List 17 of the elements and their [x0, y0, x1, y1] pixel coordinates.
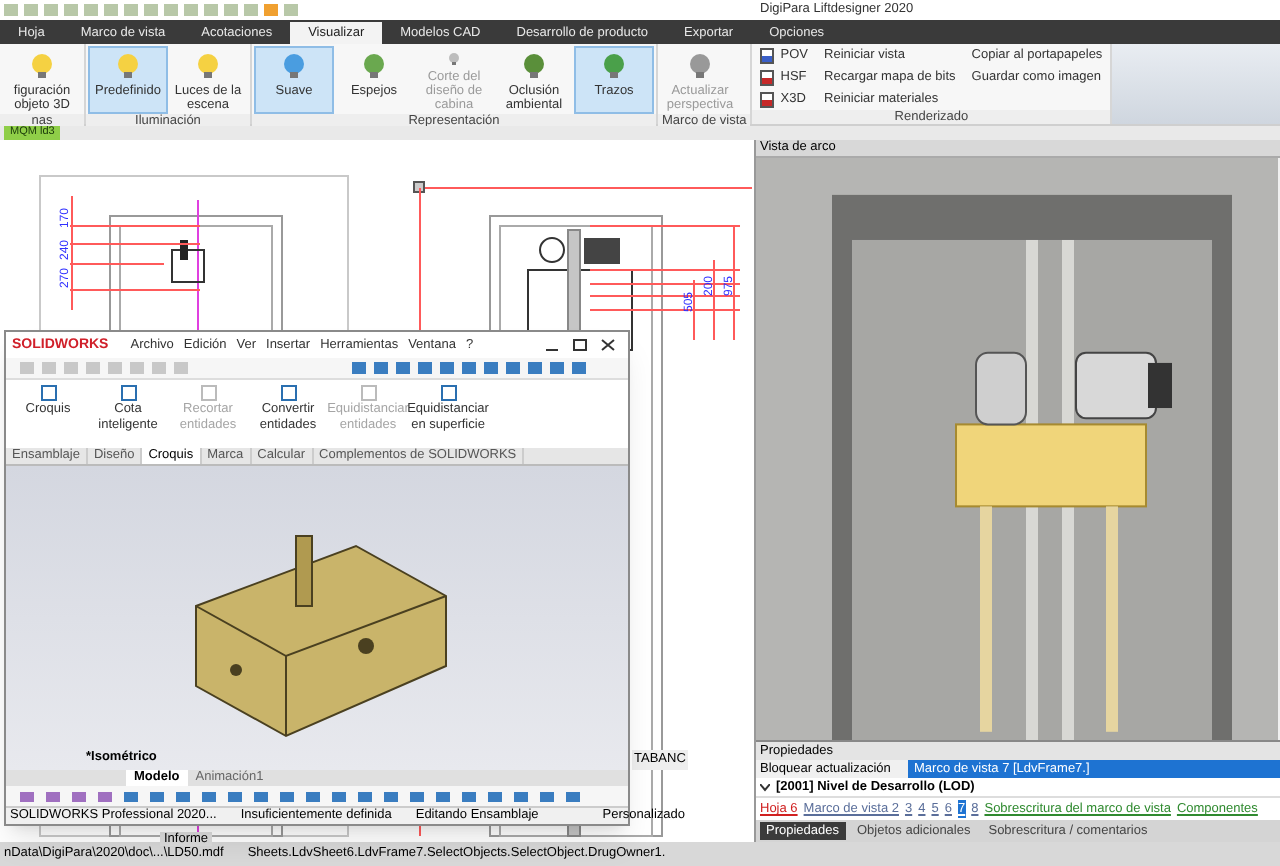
ribbon-icon — [686, 52, 714, 80]
tool-icon — [359, 384, 377, 402]
ribbon-icon — [520, 52, 548, 80]
ribbon-icon — [114, 52, 142, 80]
tool-icon — [279, 384, 297, 402]
file-icon — [760, 69, 775, 85]
tool-icon — [119, 384, 137, 402]
ribbon-icon — [600, 52, 628, 80]
tool-icon — [199, 384, 217, 402]
ribbon-icon — [280, 52, 308, 80]
tool-icon — [39, 384, 57, 402]
file-icon — [760, 91, 775, 107]
ribbon-icon — [28, 52, 56, 80]
tool-icon — [439, 384, 457, 402]
chevron-icon[interactable] — [760, 783, 770, 791]
ribbon-icon — [360, 52, 388, 80]
ribbon-icon — [194, 52, 222, 80]
